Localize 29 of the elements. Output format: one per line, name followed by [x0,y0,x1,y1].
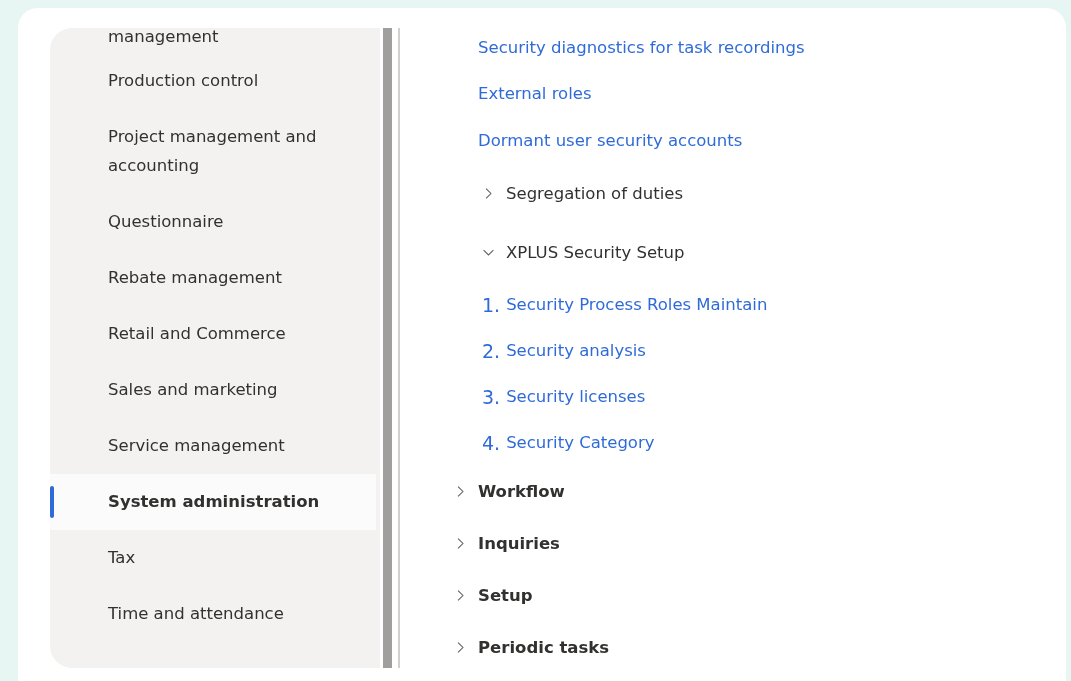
sidebar-item[interactable]: Time and attendance [50,586,380,642]
menu-link[interactable]: Dormant user security accounts [454,117,1066,164]
sidebar-item[interactable]: Sales and marketing [50,362,380,418]
group-heading[interactable]: Inquiries [478,534,560,553]
scrollbar[interactable] [383,28,392,668]
menu-link[interactable]: Security Process Roles Maintain [506,295,768,314]
sidebar-item[interactable]: Service management [50,418,380,474]
subgroup-heading[interactable]: XPLUS Security Setup [506,242,685,262]
group-heading[interactable]: Periodic tasks [478,638,610,657]
sidebar-item[interactable]: Production control [50,53,380,109]
group-heading[interactable]: Setup [478,586,533,605]
sidebar-item[interactable]: Tax [50,530,380,586]
item-number: 1. [482,293,501,316]
item-number: 3. [482,385,501,408]
menu-link[interactable]: Security Category [506,433,655,452]
sidebar-item[interactable]: Rebate management [50,250,380,306]
item-number: 2. [482,339,501,362]
menu-link[interactable]: External roles [454,70,1066,117]
sidebar-item[interactable]: System administration [50,474,376,530]
sidebar-item[interactable]: Project management and accounting [50,109,380,194]
menu-link[interactable]: Security analysis [506,341,646,360]
menu-link[interactable]: Security licenses [506,387,646,406]
menu-link[interactable]: Security diagnostics for task recordings [454,28,1066,71]
item-number: 4. [482,431,501,454]
sidebar-item[interactable]: Retail and Commerce [50,306,380,362]
group-heading[interactable]: Workflow [478,482,565,501]
sidebar-item[interactable]: management [50,28,380,53]
sidebar-item[interactable]: Questionnaire [50,194,380,250]
subgroup-heading[interactable]: Segregation of duties [506,183,683,203]
